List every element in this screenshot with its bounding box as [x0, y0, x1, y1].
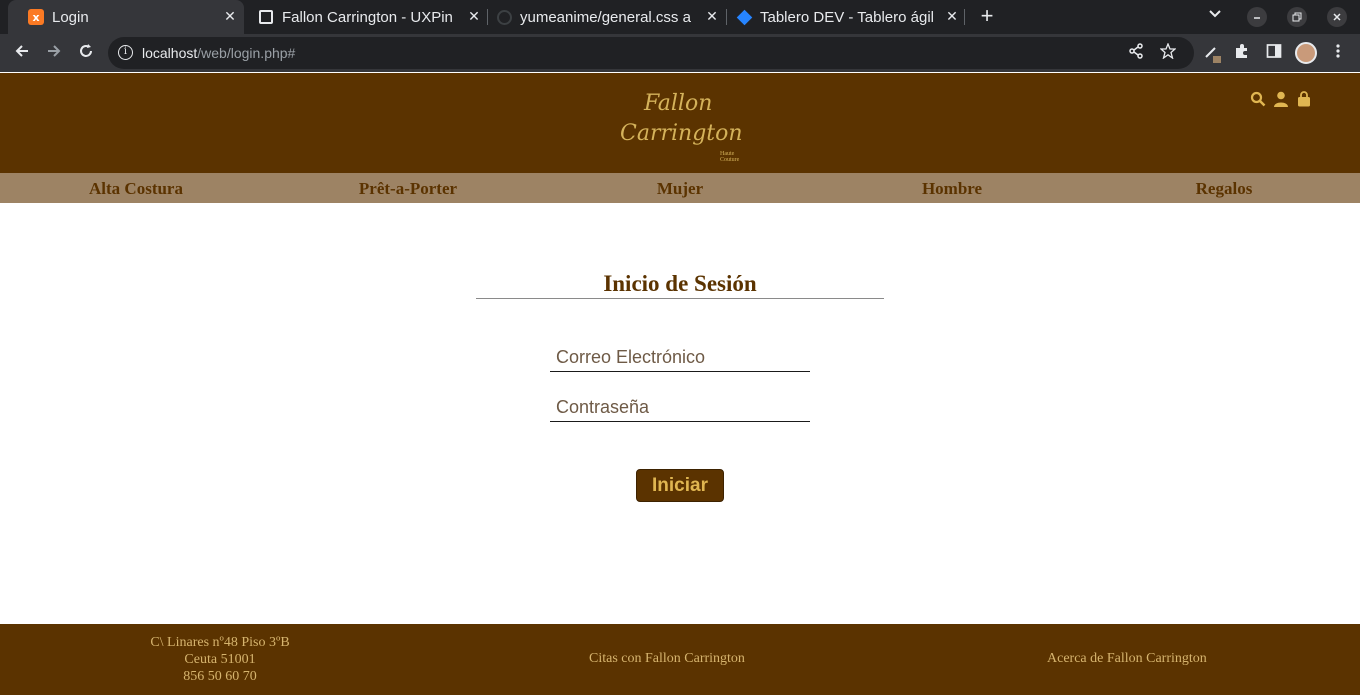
browser-tabstrip: x Login ✕ Fallon Carrington - UXPin ✕ yu…	[0, 0, 1360, 34]
tab-search-icon[interactable]	[1208, 6, 1222, 23]
search-icon[interactable]	[1249, 90, 1266, 107]
browser-tab-jira[interactable]: Tablero DEV - Tablero ágil ✕	[716, 0, 966, 34]
forward-icon[interactable]	[43, 42, 65, 64]
header-actions	[1249, 90, 1312, 107]
main-navigation: Alta Costura Prêt-a-Porter Mujer Hombre …	[0, 173, 1360, 203]
site-header: Fallon Carrington Haute Couture	[0, 73, 1360, 173]
logo-tagline: Haute Couture	[720, 151, 740, 163]
restore-icon[interactable]	[1287, 7, 1307, 27]
xampp-icon: x	[28, 9, 44, 25]
profile-avatar[interactable]	[1295, 42, 1317, 64]
browser-toolbar: i localhost/web/login.php#	[0, 34, 1360, 72]
address-bar[interactable]: i localhost/web/login.php#	[108, 37, 1194, 69]
browser-menu-icon[interactable]	[1328, 43, 1348, 63]
title-divider	[476, 298, 884, 299]
site-info-icon[interactable]: i	[118, 45, 133, 60]
back-icon[interactable]	[11, 42, 33, 64]
close-icon[interactable]: ✕	[942, 9, 962, 25]
address-url: localhost/web/login.php#	[142, 45, 295, 61]
url-path: /web/login.php#	[197, 45, 296, 61]
jira-icon	[736, 9, 752, 25]
side-panel-icon[interactable]	[1264, 43, 1284, 63]
extensions-puzzle-icon[interactable]	[1232, 43, 1252, 63]
share-icon[interactable]	[1126, 43, 1146, 63]
tab-title: Tablero DEV - Tablero ágil	[760, 8, 934, 26]
footer-address: C\ Linares nº48 Piso 3ºB Ceuta 51001 856…	[120, 634, 320, 685]
site-footer: C\ Linares nº48 Piso 3ºB Ceuta 51001 856…	[0, 624, 1360, 695]
browser-tab-uxpin[interactable]: Fallon Carrington - UXPin ✕	[238, 0, 488, 34]
tab-title: Login	[52, 8, 89, 26]
url-host: localhost	[142, 45, 198, 61]
tab-title: Fallon Carrington - UXPin	[282, 8, 453, 26]
page: Fallon Carrington Haute Couture Alta Cos…	[0, 73, 1360, 695]
email-field[interactable]	[550, 344, 810, 372]
nav-item-mujer[interactable]: Mujer	[544, 179, 816, 199]
extension-pen-icon[interactable]	[1203, 43, 1223, 63]
window-close-icon[interactable]	[1327, 7, 1347, 27]
password-field[interactable]	[550, 394, 810, 422]
nav-item-regalos[interactable]: Regalos	[1088, 179, 1360, 199]
minimize-icon[interactable]	[1247, 7, 1267, 27]
login-title: Inicio de Sesión	[603, 271, 757, 296]
nav-item-pret-a-porter[interactable]: Prêt-a-Porter	[272, 179, 544, 199]
close-icon[interactable]: ✕	[220, 9, 240, 25]
tab-title: yumeanime/general.css a	[520, 8, 691, 26]
address-line: C\ Linares nº48 Piso 3ºB	[150, 635, 290, 650]
reload-icon[interactable]	[75, 42, 97, 64]
nav-item-hombre[interactable]: Hombre	[816, 179, 1088, 199]
new-tab-button[interactable]: +	[976, 5, 998, 27]
tab-separator	[964, 9, 965, 25]
browser-tab-github[interactable]: yumeanime/general.css a ✕	[476, 0, 726, 34]
browser-tab-login[interactable]: x Login ✕	[8, 0, 244, 34]
page-icon	[258, 9, 274, 25]
footer-link-acerca[interactable]: Acerca de Fallon Carrington	[1047, 651, 1207, 667]
footer-link-citas[interactable]: Citas con Fallon Carrington	[589, 651, 745, 667]
user-icon[interactable]	[1272, 90, 1289, 107]
brand-logo[interactable]: Fallon Carrington Haute Couture	[616, 91, 746, 165]
bookmark-star-icon[interactable]	[1158, 42, 1178, 63]
nav-item-alta-costura[interactable]: Alta Costura	[0, 179, 272, 199]
login-submit-button[interactable]: Iniciar	[636, 469, 724, 502]
shopping-bag-icon[interactable]	[1295, 90, 1312, 107]
logo-line2: Carrington	[620, 121, 743, 146]
address-city: Ceuta 51001	[184, 652, 256, 667]
phone-number: 856 50 60 70	[183, 669, 257, 684]
logo-line1: Fallon	[644, 91, 713, 116]
github-icon	[496, 9, 512, 25]
